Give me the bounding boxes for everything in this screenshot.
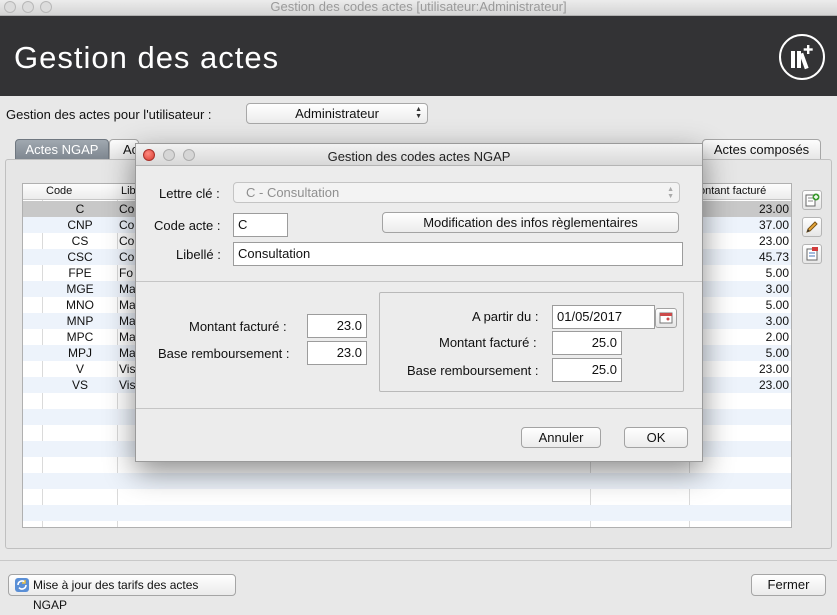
cell-libelle: Co [119,250,135,264]
code-acte-label: Code acte : [154,218,221,233]
table-row[interactable] [23,505,791,521]
cell-code: MNP [66,314,94,328]
lettre-cle-combo[interactable]: C - Consultation ▲ ▼ [233,182,680,203]
cell-libelle: Ma [119,330,136,344]
table-row[interactable] [23,489,791,505]
column-header-libelle[interactable]: Lib [121,185,136,197]
cell-libelle: Ma [119,298,136,312]
books-plus-icon [779,34,825,80]
delete-button[interactable] [802,244,822,264]
dialog-title: Gestion des codes actes NGAP [327,149,511,164]
cell-code: C [75,202,85,216]
base-input[interactable]: 23.0 [307,341,367,365]
cell-libelle: Co [119,218,135,232]
cell-montant: 37.00 [758,218,789,232]
new-montant-input[interactable]: 25.0 [552,331,622,355]
user-row: Gestion des actes pour l'utilisateur : A… [0,100,837,128]
cell-code: VS [71,378,88,392]
dialog-titlebar: Gestion des codes actes NGAP [136,144,702,166]
libelle-label: Libellé : [176,247,221,262]
edit-button[interactable] [802,217,822,237]
window-title: Gestion des codes actes [utilisateur:Adm… [270,0,567,14]
column-header-montant[interactable]: ontant facturé [699,185,766,197]
cell-montant: 5.00 [765,266,789,280]
cell-code: CSC [67,250,93,264]
cell-montant: 23.00 [758,234,789,248]
tab-actes-ngap[interactable]: Actes NGAP [15,139,109,160]
apartir-label: A partir du : [472,309,539,324]
cell-libelle: Vis [119,378,136,392]
lettre-cle-label: Lettre clé : [159,186,220,201]
cell-code: CS [71,234,89,248]
libelle-input[interactable]: Consultation [233,242,683,266]
cell-code: MPC [66,330,94,344]
cell-montant: 3.00 [765,282,789,296]
lettre-cle-value: C - Consultation [246,185,340,200]
cell-code: CNP [67,218,93,232]
calendar-icon [659,312,673,324]
modif-infos-button[interactable]: Modification des infos règlementaires [382,212,679,233]
cell-libelle: Co [119,202,135,216]
dialog-separator-top [136,281,702,282]
base-label: Base remboursement : [158,346,290,361]
cell-libelle: Fo [119,266,134,280]
apartir-date-input[interactable]: 01/05/2017 [552,305,655,329]
cell-montant: 45.73 [758,250,789,264]
update-tariffs-button[interactable]: Mise à jour des tarifs des actes NGAP [8,574,236,612]
cell-libelle: Co [119,234,135,248]
cell-montant: 23.00 [758,202,789,216]
page-title: Gestion des actes [14,40,280,75]
code-acte-input[interactable]: C [233,213,288,237]
cell-libelle: Ma [119,314,136,328]
new-base-label: Base remboursement : [407,363,539,378]
edit-act-dialog: Gestion des codes actes NGAP Lettre clé … [135,143,703,462]
calendar-button[interactable] [655,308,677,328]
user-select[interactable]: Administrateur ▲ ▼ [246,103,428,124]
cell-code: MPJ [68,346,92,360]
delete-icon [806,247,818,261]
cell-libelle: Ma [119,346,136,360]
column-header-code[interactable]: Code [46,185,72,197]
window-titlebar: Gestion des codes actes [utilisateur:Adm… [0,0,837,16]
montant-label: Montant facturé : [189,319,287,334]
app-header: Gestion des actes [0,16,837,96]
cell-code: MNO [66,298,94,312]
add-icon [805,193,820,207]
table-row[interactable] [23,521,791,527]
cell-montant: 5.00 [765,298,789,312]
cell-montant: 23.00 [758,362,789,376]
new-montant-label: Montant facturé : [439,335,537,350]
user-select-value: Administrateur [295,106,379,121]
ok-button[interactable]: OK [624,427,688,448]
select-arrows-icon: ▲ ▼ [415,106,422,120]
cell-code: V [75,362,84,376]
user-label: Gestion des actes pour l'utilisateur : [6,107,212,122]
cancel-button[interactable]: Annuler [521,427,601,448]
cell-montant: 3.00 [765,314,789,328]
update-tariffs-label: Mise à jour des tarifs des actes NGAP [33,578,199,612]
new-base-input[interactable]: 25.0 [552,358,622,382]
cell-libelle: Vis [119,362,136,376]
table-row[interactable] [23,473,791,489]
cell-code: FPE [68,266,92,280]
cell-code: MGE [66,282,94,296]
footer-separator [0,560,837,561]
cell-montant: 5.00 [765,346,789,360]
add-button[interactable] [802,190,822,210]
combo-arrows-icon: ▲ ▼ [667,186,674,200]
edit-icon [806,221,818,233]
dialog-separator-bottom [136,408,702,409]
cell-libelle: Ma [119,282,136,296]
refresh-icon [15,578,29,592]
cell-montant: 23.00 [758,378,789,392]
cell-montant: 2.00 [765,330,789,344]
tab-actes-composes[interactable]: Actes composés [702,139,821,160]
montant-input[interactable]: 23.0 [307,314,367,338]
close-button[interactable]: Fermer [751,574,826,596]
